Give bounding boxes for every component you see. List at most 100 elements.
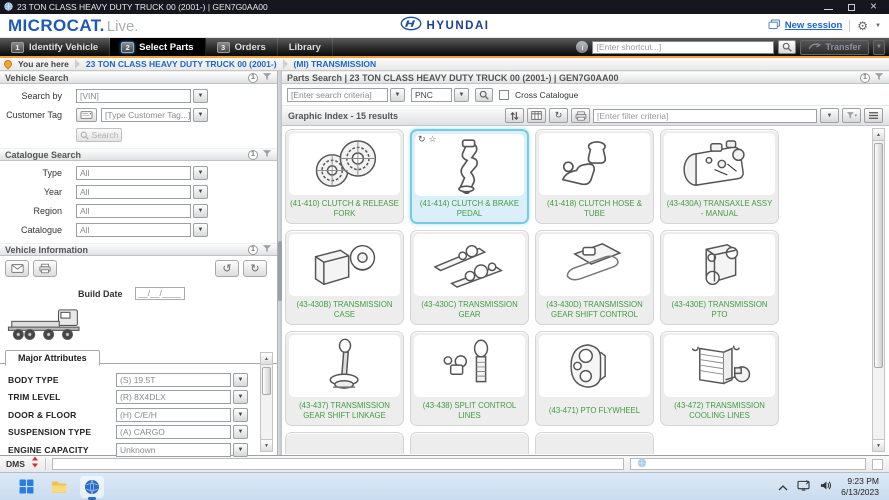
- search-by-select[interactable]: [VIN] ▼: [76, 89, 208, 103]
- breadcrumb-vehicle-link[interactable]: 23 TON CLASS HEAVY DUTY TRUCK 00 (2001-): [86, 59, 277, 69]
- search-by-value[interactable]: [VIN]: [76, 89, 191, 103]
- circle-1-icon[interactable]: 1: [248, 72, 258, 83]
- part-tile[interactable]: (43-430A) TRANSAXLE ASSY - MANUAL: [660, 129, 779, 224]
- part-tile[interactable]: (43-430E) TRANSMISSION PTO: [660, 230, 779, 325]
- file-explorer-icon[interactable]: [47, 476, 71, 498]
- catalogue-value[interactable]: All: [76, 223, 191, 237]
- attribute-value[interactable]: (R) 8X4DLX: [116, 390, 231, 405]
- part-tile[interactable]: [535, 432, 654, 454]
- year-select[interactable]: All ▼: [76, 185, 208, 199]
- dms-output-field[interactable]: [51, 458, 624, 470]
- shortcut-input[interactable]: [592, 40, 775, 54]
- attribute-value[interactable]: Unknown: [116, 442, 231, 457]
- attribute-value[interactable]: (A) CARGO: [116, 425, 231, 440]
- part-tile[interactable]: (41-418) CLUTCH HOSE & TUBE: [535, 129, 654, 224]
- scroll-up-icon[interactable]: ▲: [261, 353, 272, 365]
- transfer-dropdown-button[interactable]: ▼: [873, 39, 885, 55]
- tab-library[interactable]: Library: [278, 38, 333, 56]
- funnel-icon[interactable]: [262, 72, 272, 83]
- start-button[interactable]: [14, 476, 38, 498]
- new-session-label[interactable]: New session: [785, 20, 843, 31]
- chevron-down-icon[interactable]: ▼: [193, 166, 208, 180]
- scroll-up-icon[interactable]: ▲: [873, 129, 884, 141]
- attribute-value[interactable]: (H) C/E/H: [116, 407, 231, 422]
- vehicle-search-button[interactable]: Search: [76, 128, 122, 142]
- attribute-value[interactable]: (S) 19.5T: [116, 372, 231, 387]
- part-tile[interactable]: (43-430C) TRANSMISSION GEAR: [410, 230, 529, 325]
- customer-tag-select[interactable]: [Type Customer Tag...] ▼: [101, 108, 208, 122]
- chevron-down-icon[interactable]: ▼: [193, 108, 208, 122]
- search-criteria-value[interactable]: [Enter search criteria]: [287, 87, 388, 102]
- info-icon[interactable]: i: [576, 41, 589, 53]
- vehicle-search-header[interactable]: Vehicle Search 1: [0, 71, 277, 84]
- dms-end-button[interactable]: [872, 458, 883, 470]
- vehicle-thumbnail[interactable]: [6, 304, 88, 342]
- redo-icon[interactable]: ↻: [243, 260, 267, 277]
- chevron-down-icon[interactable]: ▼: [193, 204, 208, 218]
- catalogue-select[interactable]: All ▼: [76, 223, 208, 237]
- print-button[interactable]: [33, 260, 57, 277]
- tab-select-parts[interactable]: 2 Select Parts: [110, 38, 206, 56]
- chevron-down-icon[interactable]: ▼: [193, 185, 208, 199]
- tray-chevron-icon[interactable]: [778, 478, 788, 496]
- gear-caret-icon[interactable]: ▼: [875, 23, 881, 29]
- customer-tag-button[interactable]: [76, 108, 97, 122]
- customer-tag-value[interactable]: [Type Customer Tag...]: [101, 108, 191, 122]
- part-tile[interactable]: (43-472) TRANSMISSION COOLING LINES: [660, 331, 779, 426]
- filter-dropdown-icon[interactable]: ▼: [820, 108, 839, 123]
- scroll-down-icon[interactable]: ▼: [873, 439, 884, 451]
- new-session-link[interactable]: New session: [768, 17, 843, 35]
- minimize-button[interactable]: [824, 3, 833, 12]
- funnel-icon[interactable]: [874, 72, 884, 83]
- build-date-input[interactable]: __/__/____: [134, 287, 185, 300]
- tab-identify-vehicle[interactable]: 1 Identify Vehicle: [0, 38, 111, 56]
- chevron-down-icon[interactable]: ▼: [193, 223, 208, 237]
- circle-1-icon[interactable]: 1: [248, 149, 258, 160]
- search-type-value[interactable]: PNC: [411, 87, 452, 102]
- attributes-scrollbar[interactable]: ▲ ▼: [260, 352, 273, 452]
- cross-catalogue-checkbox[interactable]: [499, 89, 509, 100]
- maximize-button[interactable]: [847, 3, 856, 12]
- email-button[interactable]: [5, 260, 29, 277]
- suspension-type-select[interactable]: (A) CARGO ▼: [116, 425, 248, 440]
- part-tile[interactable]: [410, 432, 529, 454]
- chevron-down-icon[interactable]: ▼: [233, 407, 248, 422]
- region-select[interactable]: All ▼: [76, 204, 208, 218]
- scrollbar-thumb[interactable]: [262, 367, 271, 395]
- part-tile[interactable]: [285, 432, 404, 454]
- region-value[interactable]: All: [76, 204, 191, 218]
- grid-scrollbar[interactable]: ▲ ▼: [872, 128, 885, 452]
- chevron-down-icon[interactable]: ▼: [233, 425, 248, 440]
- funnel-icon[interactable]: [262, 244, 272, 255]
- search-type-select[interactable]: PNC ▼: [411, 87, 469, 102]
- part-tile[interactable]: (43-430B) TRANSMISSION CASE: [285, 230, 404, 325]
- circle-1-icon[interactable]: 1: [248, 244, 258, 255]
- funnel-caret-icon[interactable]: [842, 108, 861, 123]
- engine-capacity-select[interactable]: Unknown ▼: [116, 442, 248, 457]
- type-value[interactable]: All: [76, 166, 191, 180]
- microcat-app-icon[interactable]: [80, 475, 104, 500]
- dms-secondary-field[interactable]: [629, 458, 866, 470]
- funnel-icon[interactable]: [262, 149, 272, 160]
- circle-1-icon[interactable]: 1: [860, 72, 870, 83]
- transfer-button[interactable]: Transfer: [800, 39, 869, 55]
- trim-level-select[interactable]: (R) 8X4DLX ▼: [116, 390, 248, 405]
- chevron-down-icon[interactable]: ▼: [454, 87, 469, 102]
- list-view-icon[interactable]: [864, 108, 883, 123]
- rotate-icon[interactable]: ↻: [549, 108, 568, 123]
- breadcrumb-section-link[interactable]: (MI) TRANSMISSION: [294, 59, 377, 69]
- tab-orders[interactable]: 3 Orders: [206, 38, 278, 56]
- part-tile[interactable]: (43-438) SPLIT CONTROL LINES: [410, 331, 529, 426]
- catalogue-search-header[interactable]: Catalogue Search 1: [0, 148, 277, 161]
- print-icon[interactable]: [571, 108, 590, 123]
- chevron-down-icon[interactable]: ▼: [233, 372, 248, 387]
- year-value[interactable]: All: [76, 185, 191, 199]
- chevron-down-icon[interactable]: ▼: [193, 89, 208, 103]
- part-tile[interactable]: (43-437) TRANSMISSION GEAR SHIFT LINKAGE: [285, 331, 404, 426]
- chevron-down-icon[interactable]: ▼: [233, 442, 248, 457]
- undo-icon[interactable]: ↺: [215, 260, 239, 277]
- grid-view-icon[interactable]: [527, 108, 546, 123]
- search-criteria-select[interactable]: [Enter search criteria] ▼: [287, 87, 405, 102]
- parts-search-button[interactable]: [475, 87, 493, 102]
- part-tile[interactable]: ↻ ☆ (41-414) CLUTCH & BRAKE PEDAL: [410, 129, 529, 224]
